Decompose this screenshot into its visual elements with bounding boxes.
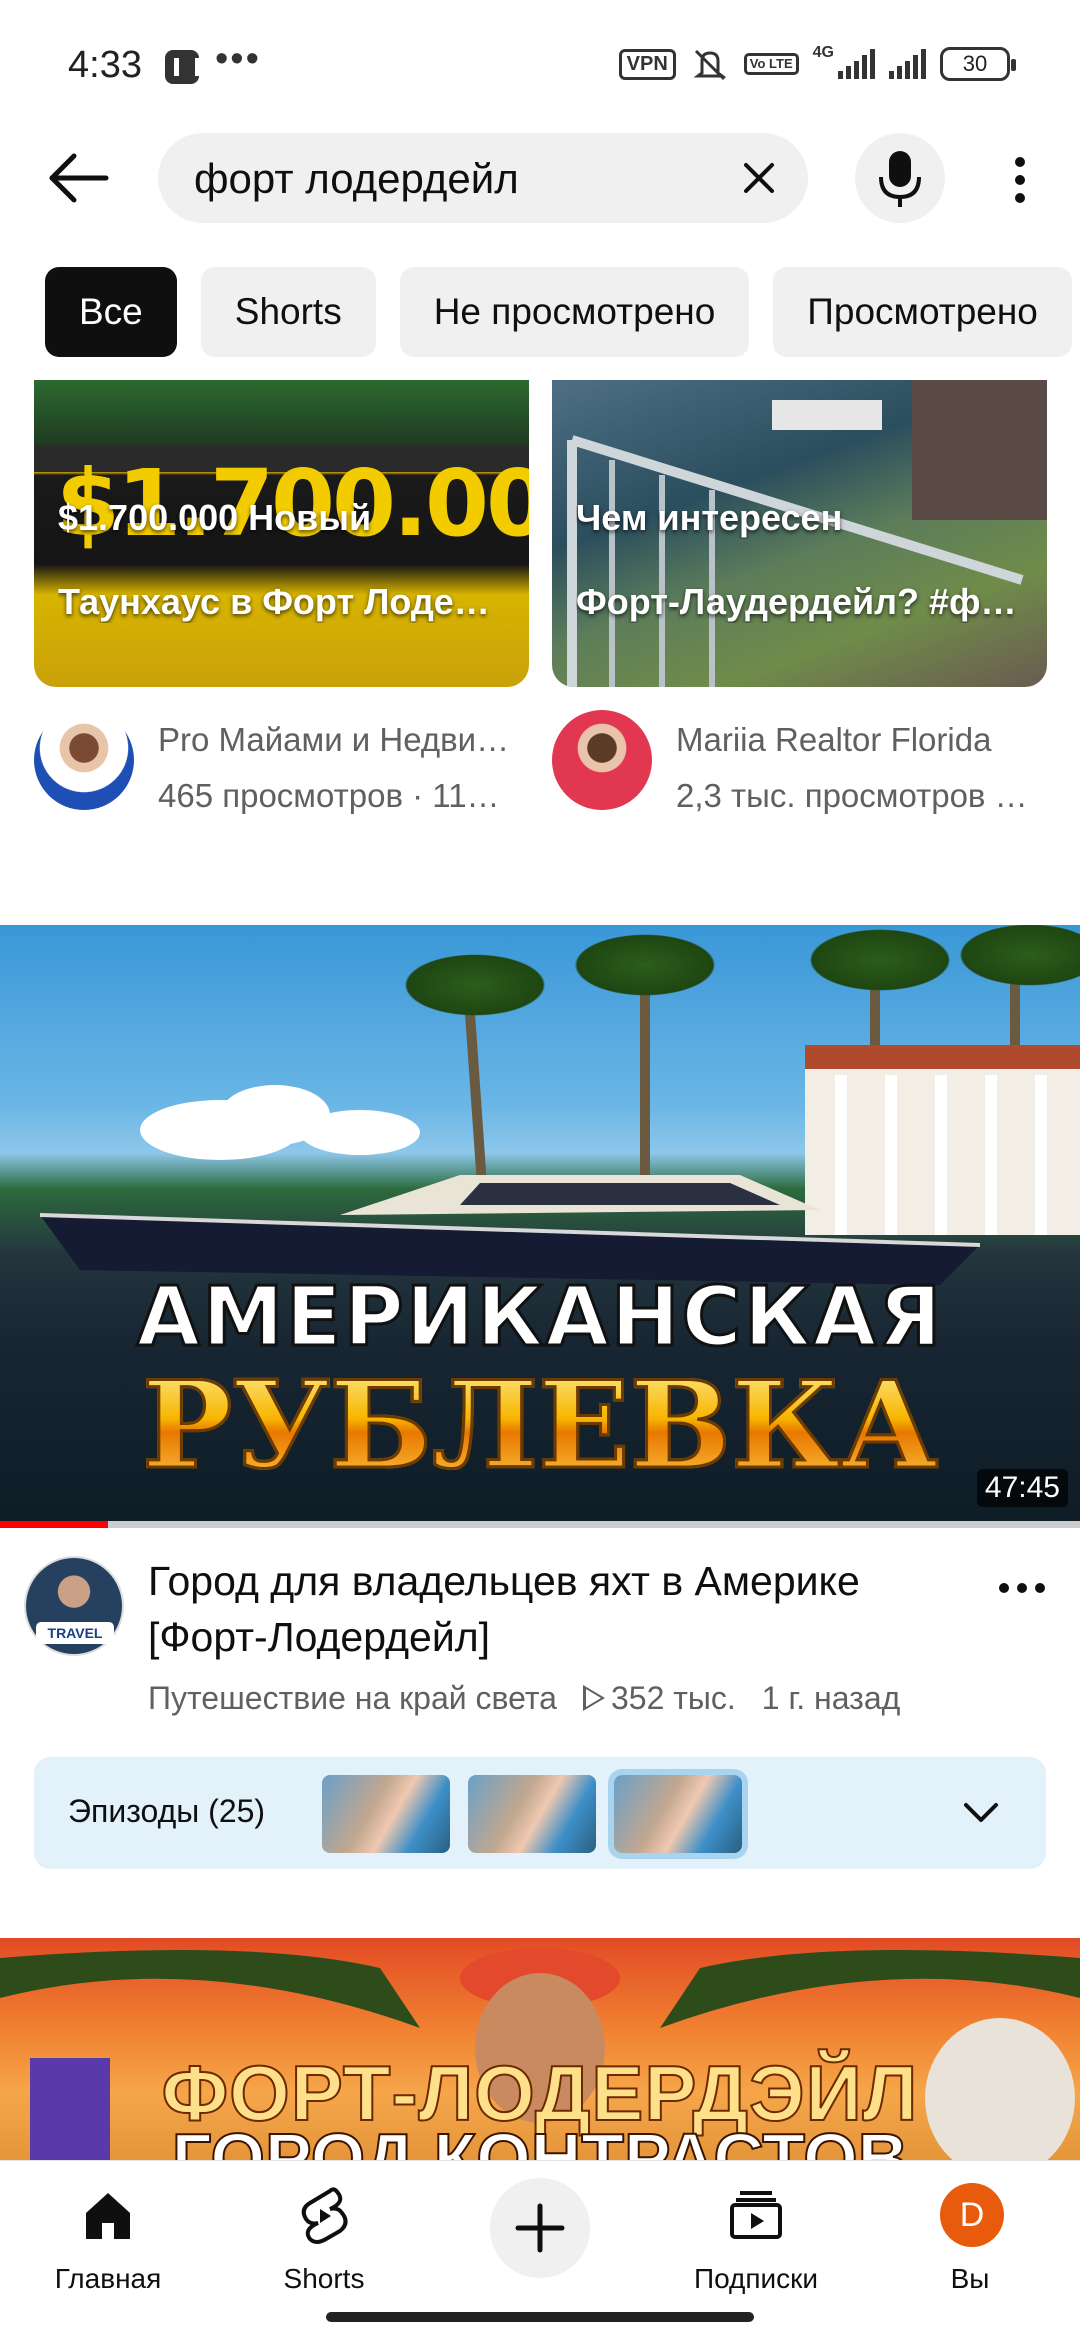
home-icon — [86, 2193, 130, 2239]
short-channel-avatar-1[interactable] — [34, 710, 134, 810]
status-indicators: VPN Vo LTE 4G 30 — [618, 44, 1016, 84]
short-channel-name[interactable]: Pro Майами и Недви… — [158, 712, 518, 768]
views-count: 352 тыс. — [610, 1680, 736, 1716]
episode-thumb[interactable] — [468, 1775, 596, 1853]
more-notifications-icon: ••• — [215, 38, 261, 80]
next-thumb-subheadline: ГОРОД КОНТРАСТОВ — [171, 2118, 909, 2160]
arrow-left-icon[interactable] — [40, 146, 116, 210]
home-indicator[interactable] — [326, 2312, 754, 2322]
search-input[interactable]: форт лодердейл — [158, 133, 808, 223]
episode-thumb[interactable] — [614, 1775, 742, 1853]
nav-home-label: Главная — [54, 2263, 162, 2294]
short-stats: 2,3 тыс. просмотров ·… — [676, 777, 1036, 814]
chevron-down-icon[interactable] — [956, 1787, 1006, 1837]
video-channel-name[interactable]: Путешествие на край света — [148, 1680, 557, 1717]
status-time: 4:33 — [68, 44, 142, 86]
thumb-palm — [565, 930, 725, 1000]
short-meta-2: Mariia Realtor Florida 2,3 тыс. просмотр… — [676, 712, 1036, 824]
shorts-icon — [301, 2187, 348, 2244]
video-thumbnail[interactable]: АМЕРИКАНСКАЯ РУБЛЕВКА 47:45 — [0, 925, 1080, 1525]
signal-icon-2 — [889, 49, 926, 79]
thumb-palm — [800, 925, 960, 995]
avatar-tag: TRAVEL — [36, 1622, 114, 1644]
video-duration: 47:45 — [976, 1469, 1068, 1507]
episode-thumb[interactable] — [322, 1775, 450, 1853]
app-notification-icon — [165, 50, 200, 84]
more-vertical-icon[interactable] — [995, 148, 1045, 212]
watch-progress-fill — [0, 1521, 108, 1528]
chip-unwatched[interactable]: Не просмотрено — [399, 267, 750, 357]
chip-watched[interactable]: Просмотрено — [773, 267, 1072, 357]
battery-icon: 30 — [940, 47, 1016, 81]
nav-you[interactable]: D Вы — [870, 2175, 1070, 2295]
search-header: форт лодердейл — [0, 128, 1080, 228]
short-channel-name[interactable]: Mariia Realtor Florida — [676, 712, 1036, 768]
nav-you-label: Вы — [950, 2263, 990, 2294]
channel-avatar[interactable]: TRAVEL — [24, 1556, 124, 1656]
nav-subscriptions-label: Подписки — [693, 2263, 819, 2294]
short-title-line: Таунхаус в Форт Лодер… — [58, 581, 508, 622]
short-title-line: Чем интересен — [576, 497, 843, 538]
plus-icon — [515, 2203, 565, 2253]
episodes-panel[interactable]: Эпизоды (25) — [34, 1757, 1046, 1869]
video-views: 352 тыс. — [582, 1680, 736, 1717]
episodes-label: Эпизоды (25) — [68, 1793, 266, 1829]
watch-progress-bar — [0, 1521, 1080, 1528]
short-card-1[interactable]: $1.700.000 $1.700.000 Новый Таунхаус в Ф… — [34, 380, 529, 687]
volte-badge: Vo LTE — [743, 53, 799, 75]
more-horizontal-icon[interactable] — [996, 1568, 1048, 1608]
thumb-palm — [395, 950, 555, 1020]
microphone-icon — [879, 151, 921, 207]
short-card-2[interactable]: Чем интересен Форт-Лаудердейл? #ф… — [552, 380, 1047, 687]
signal-icon — [838, 49, 875, 79]
thumb-cloud — [300, 1110, 420, 1155]
voice-search-button[interactable] — [855, 133, 945, 223]
nav-shorts[interactable]: Shorts — [224, 2175, 424, 2295]
short-meta-1: Pro Майами и Недви… 465 просмотров · 11… — [158, 712, 518, 824]
nav-subscriptions[interactable]: Подписки — [656, 2175, 856, 2295]
short-stats: 465 просмотров · 11… — [158, 777, 500, 814]
vpn-badge: VPN — [618, 48, 676, 80]
screen: 4:33 ••• VPN Vo LTE 4G 30 форт лодердейл… — [0, 0, 1080, 2340]
status-bar: 4:33 ••• VPN Vo LTE 4G 30 — [0, 0, 1080, 120]
video-age: 1 г. назад — [761, 1680, 901, 1716]
nav-home[interactable]: Главная — [8, 2175, 208, 2295]
chip-shorts[interactable]: Shorts — [200, 267, 376, 357]
thumb-palm — [950, 925, 1080, 990]
next-video-thumbnail[interactable]: ФОРТ-ЛОДЕРДЭЙЛ ГОРОД КОНТРАСТОВ — [0, 1938, 1080, 2160]
network-type: 4G — [812, 44, 834, 61]
nav-shorts-label: Shorts — [283, 2263, 365, 2294]
subscriptions-icon — [730, 2191, 782, 2239]
create-button[interactable] — [490, 2178, 590, 2278]
chip-all[interactable]: Все — [45, 267, 177, 357]
short-title: $1.700.000 Новый Таунхаус в Форт Лодер… — [58, 455, 508, 665]
short-title: Чем интересен Форт-Лаудердейл? #ф… — [576, 455, 1026, 665]
close-icon[interactable] — [734, 153, 784, 203]
thumb-subheadline: РУБЛЕВКА — [0, 1354, 1080, 1498]
search-query[interactable]: форт лодердейл — [194, 155, 519, 203]
short-channel-avatar-2[interactable] — [552, 710, 652, 810]
video-title[interactable]: Город для владельцев яхт в Америке [Форт… — [148, 1553, 968, 1665]
thumb-headline: АМЕРИКАНСКАЯ — [135, 1269, 944, 1367]
mute-icon — [693, 49, 727, 81]
short-title-line: $1.700.000 Новый — [58, 497, 372, 538]
user-avatar: D — [940, 2183, 1004, 2247]
short-title-line: Форт-Лаудердейл? #ф… — [576, 581, 1017, 622]
play-icon — [582, 1685, 605, 1711]
video-meta: Путешествие на край света 352 тыс. 1 г. … — [148, 1680, 900, 1717]
filter-chips: Все Shorts Не просмотрено Просмотрено — [45, 267, 1072, 357]
